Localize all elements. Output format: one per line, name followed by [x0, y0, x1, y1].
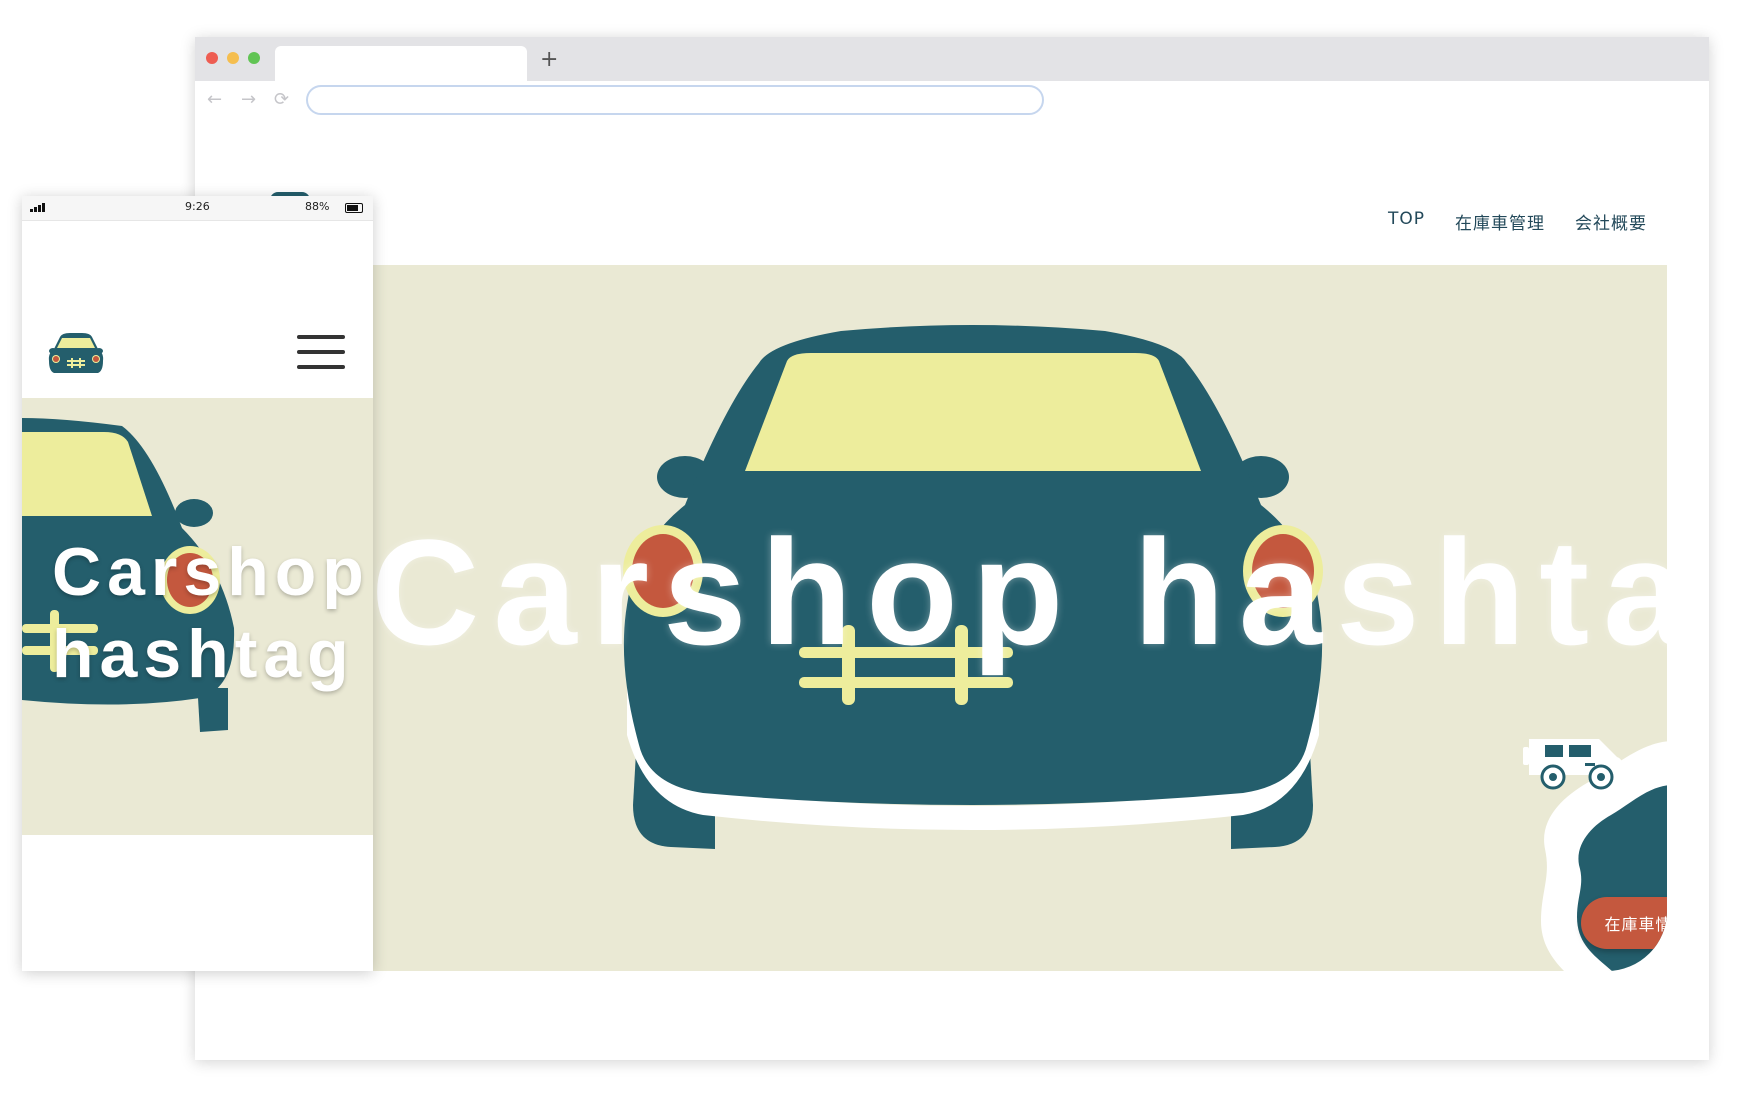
address-bar[interactable] — [306, 85, 1044, 115]
truck-icon — [1523, 739, 1623, 790]
inventory-info-button[interactable]: 在庫車情報へ → — [1581, 897, 1667, 949]
close-window-button[interactable] — [206, 52, 218, 64]
nav-link-inventory[interactable]: 在庫車管理 — [1455, 209, 1545, 234]
battery-percent: 88% — [305, 200, 330, 213]
status-bar: 9:26 88% — [22, 196, 373, 221]
hamburger-menu-button[interactable] — [297, 335, 345, 371]
nav-link-company[interactable]: 会社概要 — [1575, 209, 1647, 234]
nav-link-top[interactable]: TOP — [1388, 209, 1425, 234]
inventory-info-label: 在庫車情報へ — [1604, 915, 1667, 934]
site-navigation: TOP 在庫車管理 会社概要 — [1388, 209, 1647, 234]
mobile-hero-title-line2: hashtag — [52, 616, 355, 692]
browser-tab[interactable] — [275, 46, 527, 81]
inventory-badge: 在庫車情報へ → — [1523, 731, 1667, 971]
new-tab-button[interactable]: + — [540, 47, 558, 73]
mobile-hero-title: Carshop hashtag — [52, 531, 370, 695]
browser-tab-bar: + — [195, 37, 1709, 81]
forward-icon[interactable]: → — [241, 89, 256, 111]
signal-icon — [30, 203, 45, 212]
battery-icon — [345, 203, 363, 213]
reload-icon[interactable]: ⟳ — [274, 89, 289, 111]
status-time: 9:26 — [185, 200, 210, 213]
desktop-browser-window: + ← → ⟳ TOP 在庫車管理 会社概要 Carshop hashtag 在… — [195, 37, 1709, 1060]
back-icon[interactable]: ← — [207, 89, 222, 111]
mobile-phone-mockup: 9:26 88% Carshop hashtag — [22, 196, 373, 971]
hero-section: Carshop hashtag 在庫車情報へ → — [371, 265, 1667, 971]
mobile-hero-title-line1: Carshop — [52, 534, 370, 610]
minimize-window-button[interactable] — [227, 52, 239, 64]
hero-title: Carshop hashtag — [371, 508, 1667, 676]
maximize-window-button[interactable] — [248, 52, 260, 64]
mobile-hero-section: Carshop hashtag — [22, 398, 373, 835]
car-logo-icon[interactable] — [48, 331, 104, 377]
